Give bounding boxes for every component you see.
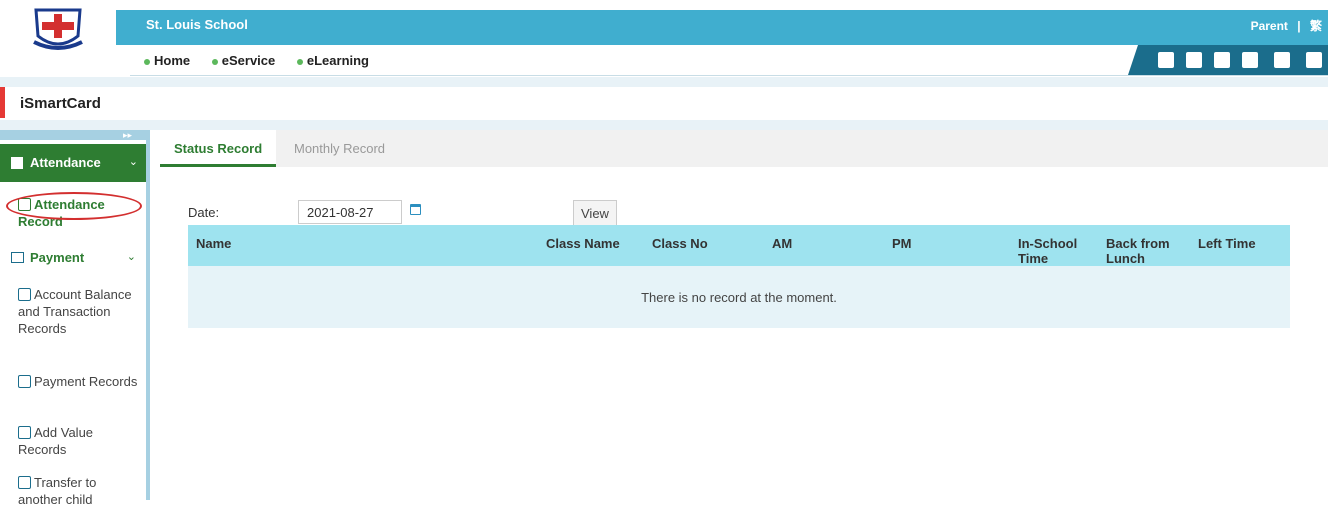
- collapse-sidebar-icon[interactable]: ▸▸: [0, 130, 146, 140]
- bullet-icon: [211, 58, 218, 65]
- divider: [0, 77, 1328, 87]
- mail-icon[interactable]: [1214, 52, 1230, 68]
- school-name: St. Louis School: [146, 17, 248, 32]
- add-value-icon: [18, 426, 31, 439]
- highlight-circle: [6, 192, 142, 220]
- sidebar-item-account-balance[interactable]: Account Balance and Transaction Records: [18, 286, 138, 337]
- table-row: There is no record at the moment.: [188, 266, 1290, 328]
- nav-elearning[interactable]: eLearning: [296, 53, 369, 68]
- school-crest-icon: [33, 8, 83, 50]
- tab-bar: Status Record Monthly Record: [160, 130, 1328, 167]
- nav-home[interactable]: Home: [144, 53, 190, 68]
- calendar-icon[interactable]: [1186, 52, 1202, 68]
- sidebar-group-label: Payment: [30, 250, 85, 265]
- sidebar: ▸▸ Attendance ⌄ Attendance Record Paymen…: [0, 130, 150, 507]
- column-header: AM: [772, 236, 793, 251]
- dollar-icon: [18, 375, 31, 388]
- column-header: Class Name: [546, 236, 620, 251]
- divider: [0, 120, 1328, 130]
- chevron-down-icon: ⌄: [126, 251, 136, 263]
- tab-status-record[interactable]: Status Record: [160, 130, 277, 167]
- bullet-icon: [296, 58, 303, 65]
- page-title-bar: iSmartCard: [0, 87, 1328, 120]
- separator: |: [1297, 19, 1301, 33]
- payment-icon: [11, 252, 24, 263]
- bullet-icon: [144, 58, 150, 65]
- sidebar-group-payment[interactable]: Payment ⌄: [0, 244, 146, 272]
- date-field[interactable]: [298, 200, 402, 224]
- settings-icon[interactable]: [1306, 52, 1322, 68]
- sidebar-item-transfer[interactable]: Transfer to another child: [18, 474, 138, 508]
- group-icon[interactable]: [1274, 52, 1290, 68]
- column-header: PM: [892, 236, 912, 251]
- attendance-icon: [11, 157, 23, 169]
- sidebar-item-payment-records[interactable]: Payment Records: [18, 373, 138, 390]
- empty-message: There is no record at the moment.: [641, 289, 837, 305]
- export-icon[interactable]: [1158, 52, 1174, 68]
- chevron-down-icon: ⌄: [128, 156, 138, 168]
- user-area: Parent | 繁: [1251, 17, 1322, 34]
- view-button[interactable]: View: [573, 200, 617, 226]
- page-title: iSmartCard: [20, 95, 101, 112]
- column-header: Back from Lunch: [1106, 236, 1170, 266]
- sidebar-item-add-value[interactable]: Add Value Records: [18, 424, 138, 458]
- id-card-icon[interactable]: [1242, 52, 1258, 68]
- language-toggle[interactable]: 繁: [1310, 19, 1322, 33]
- column-header: Class No: [652, 236, 708, 251]
- column-header: Left Time: [1198, 236, 1256, 251]
- title-accent: [0, 87, 5, 118]
- sidebar-group-label: Attendance: [30, 155, 101, 170]
- quick-icon-bar: [1128, 45, 1328, 75]
- calendar-picker-icon[interactable]: [410, 204, 421, 215]
- column-header: Name: [196, 236, 232, 251]
- date-label: Date:: [188, 205, 220, 220]
- column-header: In-School Time: [1018, 236, 1078, 266]
- school-logo[interactable]: [0, 0, 120, 77]
- sidebar-group-attendance[interactable]: Attendance ⌄: [0, 144, 146, 182]
- top-header-bar: St. Louis School Parent | 繁: [116, 10, 1328, 45]
- balance-icon: [18, 288, 31, 301]
- attendance-table: Name Class Name Class No AM PM In-School…: [188, 225, 1290, 328]
- tab-monthly-record[interactable]: Monthly Record: [280, 130, 399, 165]
- transfer-icon: [18, 476, 31, 489]
- user-role[interactable]: Parent: [1251, 19, 1288, 33]
- table-header-row: Name Class Name Class No AM PM In-School…: [188, 225, 1290, 266]
- nav-eservice[interactable]: eService: [211, 53, 275, 68]
